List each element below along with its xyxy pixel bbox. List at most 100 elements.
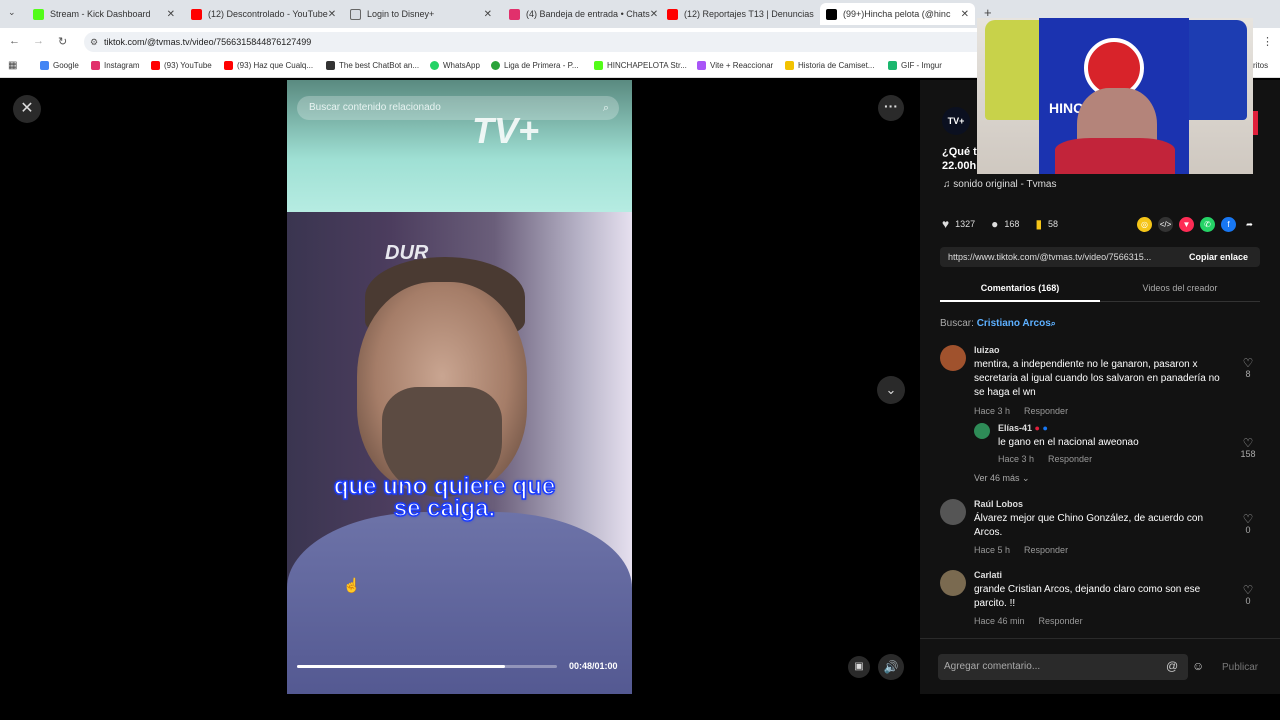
more-options-icon[interactable]: ··· (878, 95, 904, 121)
forward-icon[interactable]: → (33, 35, 44, 47)
bookmark-whatsapp[interactable]: WhatsApp (430, 61, 480, 70)
avatar[interactable] (940, 570, 966, 596)
comment-icon[interactable]: ● (991, 217, 998, 231)
comment-like[interactable]: ♡ 0 (1238, 584, 1258, 606)
tab-t13[interactable]: (12) Reportajes T13 | Denuncias ✕ (661, 3, 815, 25)
chevron-down-icon[interactable]: ⌄ (877, 376, 905, 404)
tab-search-icon[interactable]: ⌄ (8, 7, 16, 18)
hand-cursor-icon: ☝ (343, 577, 361, 593)
tab-youtube[interactable]: (12) Descontrolado - YouTube ✕ (185, 3, 339, 25)
comment-user[interactable]: Elías-41 ● ● (998, 423, 1048, 433)
heart-icon[interactable]: ♡ (1238, 513, 1258, 525)
send-icon[interactable]: ▼ (1179, 217, 1194, 232)
creator-avatar[interactable]: TV+ (942, 107, 970, 135)
liga-icon (491, 61, 500, 70)
share-row: ◎ </> ▼ ✆ f ➦ (1137, 217, 1257, 232)
related-search-input[interactable]: Buscar contenido relacionado ⌕ (297, 96, 619, 120)
reply-button[interactable]: Responder (1024, 545, 1068, 555)
comment-item: Raúl Lobos Álvarez mejor que Chino Gonzá… (940, 499, 1260, 559)
tab-creator-videos[interactable]: Videos del creador (1100, 283, 1260, 293)
post-button[interactable]: Publicar (1222, 662, 1258, 673)
reply-button[interactable]: Responder (1024, 406, 1068, 416)
vite-icon (697, 61, 706, 70)
copy-link-button[interactable]: Copiar enlace (1189, 252, 1248, 262)
tab-disney[interactable]: Login to Disney+ ✕ (344, 3, 498, 25)
comment-input[interactable]: Agregar comentario... (938, 654, 1188, 680)
bookmark-liga[interactable]: Liga de Primera - P... (491, 61, 579, 70)
bookmark-favoritos[interactable]: ritos (1253, 61, 1268, 70)
blue-badge-icon: ● (1039, 423, 1048, 433)
comment-like[interactable]: ♡ 0 (1238, 513, 1258, 535)
youtube-icon (667, 8, 678, 20)
picture-in-picture-icon[interactable]: ▣ (848, 656, 870, 678)
video-player[interactable]: TV+ Buscar contenido relacionado ⌕ DUR q… (287, 80, 632, 694)
video-link[interactable]: https://www.tiktok.com/@tvmas.tv/video/7… (948, 252, 1173, 262)
close-icon[interactable]: ✕ (961, 9, 969, 20)
tab-kick[interactable]: Stream - Kick Dashboard ✕ (27, 3, 181, 25)
bookmark-camisetas[interactable]: Historia de Camiset... (785, 61, 874, 70)
sound-link[interactable]: ♫ sonido original - Tvmas (943, 179, 1056, 190)
video-progress-bar[interactable] (297, 665, 557, 668)
comment-like[interactable]: ♡ 158 (1238, 437, 1258, 459)
streamer-shirt (1055, 138, 1175, 174)
comment-like[interactable]: ♡ 8 (1238, 357, 1258, 379)
avatar[interactable] (940, 499, 966, 525)
back-icon[interactable]: ← (9, 35, 20, 47)
bookmark-icon[interactable]: ▮ (1035, 217, 1042, 231)
panel-tabs: Comentarios (168) Videos del creador (940, 280, 1260, 302)
facebook-icon[interactable]: f (1221, 217, 1236, 232)
tab-instagram[interactable]: (4) Bandeja de entrada • Chats ✕ (503, 3, 657, 25)
embed-icon[interactable]: </> (1158, 217, 1173, 232)
close-icon[interactable]: ✕ (13, 95, 41, 123)
whatsapp-icon[interactable]: ✆ (1200, 217, 1215, 232)
bookmark-imgur[interactable]: GIF - Imgur (888, 61, 942, 70)
close-icon[interactable]: ✕ (650, 9, 657, 20)
bookmark-youtube[interactable]: (93) YouTube (151, 61, 212, 70)
mention-icon[interactable]: @ (1166, 659, 1178, 673)
menu-icon[interactable]: ⋮ (1262, 35, 1273, 48)
search-suggestion[interactable]: Buscar: Cristiano Arcos⌕ (940, 318, 1056, 329)
share-arrow-icon[interactable]: ➦ (1242, 217, 1257, 232)
close-icon[interactable]: ✕ (328, 9, 336, 20)
reply-button[interactable]: Responder (1048, 454, 1092, 464)
apps-icon[interactable]: ▦ (8, 60, 17, 71)
avatar[interactable] (974, 423, 990, 439)
search-term[interactable]: Cristiano Arcos (977, 318, 1051, 329)
comment-user[interactable]: Carlati (974, 570, 1002, 580)
disney-icon (350, 8, 361, 20)
youtube-icon (151, 61, 160, 70)
close-icon[interactable]: ✕ (484, 9, 492, 20)
heart-icon[interactable]: ♡ (1238, 437, 1258, 449)
coin-icon[interactable]: ◎ (1137, 217, 1152, 232)
close-icon[interactable]: ✕ (167, 9, 175, 20)
see-more-replies[interactable]: Ver 46 más ⌄ (974, 473, 1030, 484)
reload-icon[interactable]: ↻ (58, 35, 67, 48)
bookmark-youtube-2[interactable]: (93) Haz que Cualq... (224, 61, 313, 70)
emoji-icon[interactable]: ☺ (1192, 659, 1204, 673)
imgur-icon (888, 61, 897, 70)
webcam-overlay: HINCHA (977, 18, 1253, 174)
comment-user[interactable]: Raúl Lobos (974, 499, 1023, 509)
close-icon[interactable]: ✕ (814, 9, 815, 20)
google-icon (40, 61, 49, 70)
volume-icon[interactable]: 🔊 (878, 654, 904, 680)
site-info-icon[interactable]: ⚙ (90, 32, 98, 52)
heart-icon[interactable]: ♡ (1238, 584, 1258, 596)
tab-comments[interactable]: Comentarios (168) (940, 283, 1100, 293)
bookmark-chatbot[interactable]: The best ChatBot an... (326, 61, 419, 70)
tab-tiktok[interactable]: (99+)Hincha pelota (@hinc ✕ (820, 3, 975, 25)
heart-icon[interactable]: ♡ (1238, 357, 1258, 369)
heart-icon[interactable]: ♥ (942, 217, 949, 231)
comment-user[interactable]: luizao (974, 345, 1000, 355)
reply-button[interactable]: Responder (1039, 616, 1083, 626)
search-icon[interactable]: ⌕ (603, 96, 609, 120)
bookmark-vite[interactable]: Vite + Reaccionar (697, 61, 773, 70)
bookmark-google[interactable]: Google (40, 61, 79, 70)
tab-underline (940, 300, 1100, 302)
bookmark-instagram[interactable]: Instagram (91, 61, 140, 70)
avatar[interactable] (940, 345, 966, 371)
kick-icon (594, 61, 603, 70)
comment-composer: Agregar comentario... @ ☺ Publicar (920, 638, 1280, 694)
bookmark-hinchapelota[interactable]: HINCHAPELOTA Str... (594, 61, 687, 70)
progress-fill (297, 665, 505, 668)
